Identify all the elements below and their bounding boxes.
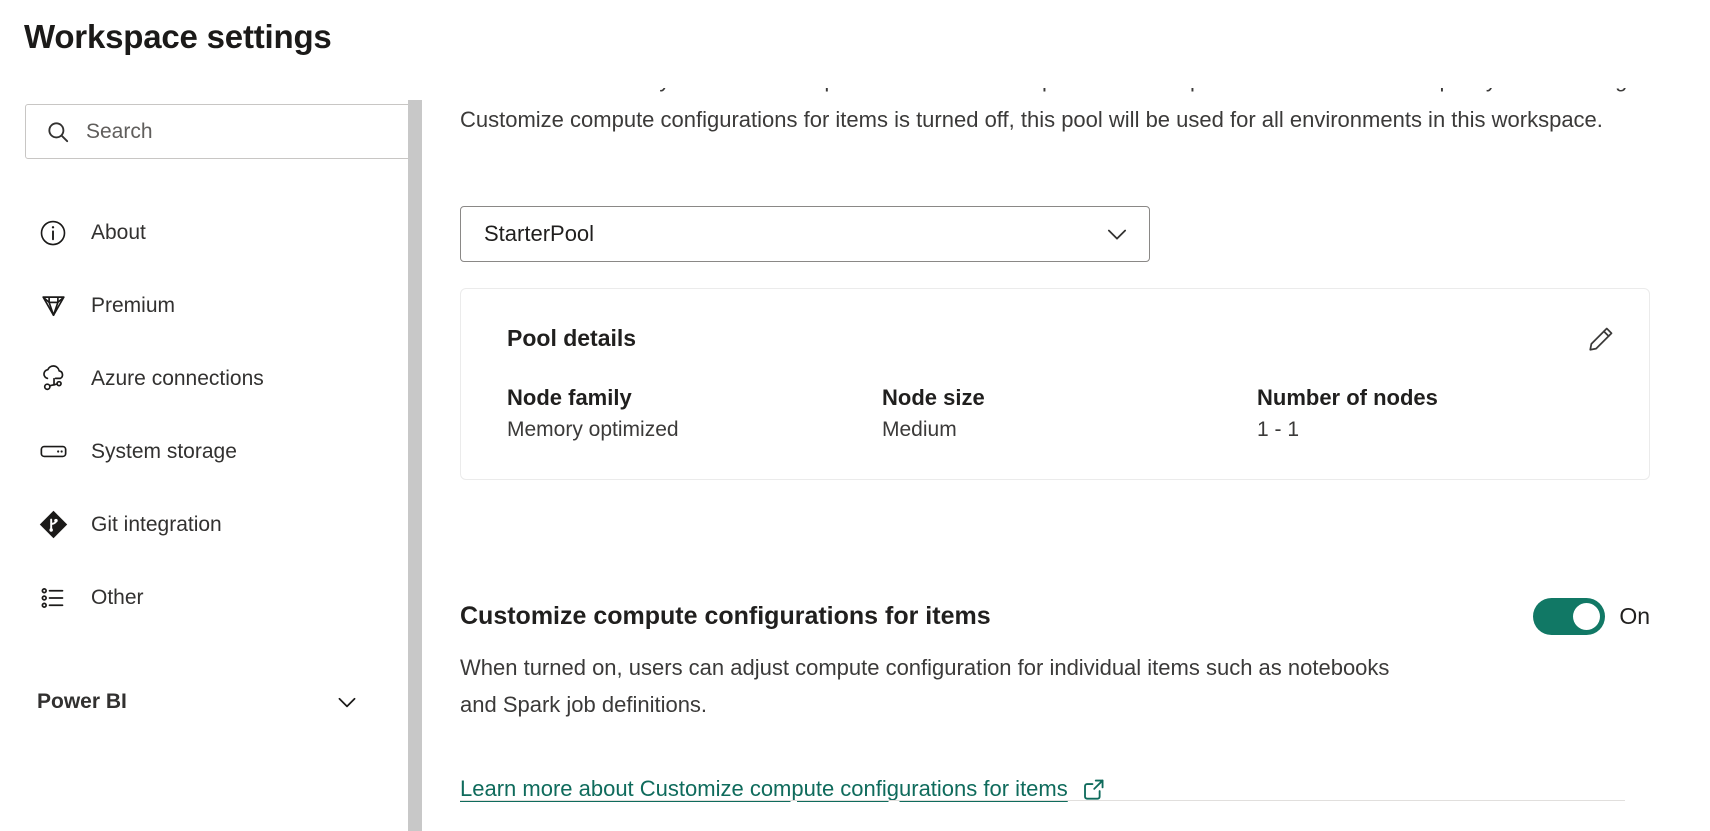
git-icon: [37, 509, 69, 541]
section-divider: [460, 800, 1625, 801]
sidebar-item-label: Azure connections: [91, 367, 264, 391]
diamond-icon: [37, 290, 69, 322]
settings-content-pane: Use the automatically created starter po…: [422, 88, 1710, 831]
edit-pool-button[interactable]: [1579, 319, 1623, 363]
bulleted-list-icon: [37, 582, 69, 614]
sidebar-group-label: Power BI: [37, 690, 334, 714]
storage-drive-icon: [37, 436, 69, 468]
field-label: Node size: [882, 385, 1257, 411]
pool-description-text: Use the automatically created starter po…: [460, 88, 1638, 140]
chevron-down-icon: [334, 689, 360, 715]
sidebar-item-azure-connections[interactable]: Azure connections: [0, 342, 408, 415]
field-value: Medium: [882, 418, 1257, 442]
field-value: 1 - 1: [1257, 418, 1438, 442]
search-icon: [45, 119, 71, 145]
pool-field-number-of-nodes: Number of nodes 1 - 1: [1257, 385, 1438, 442]
customize-compute-toggle[interactable]: [1533, 598, 1605, 635]
sidebar-item-label: About: [91, 221, 146, 245]
page-title: Workspace settings: [24, 18, 332, 56]
sidebar-scrollbar[interactable]: [408, 100, 422, 831]
pool-details-fields: Node family Memory optimized Node size M…: [507, 385, 1619, 442]
toggle-knob: [1573, 603, 1600, 630]
field-label: Node family: [507, 385, 882, 411]
pool-details-title: Pool details: [507, 325, 636, 352]
customize-compute-setting-row: Customize compute configurations for ite…: [460, 598, 1650, 635]
customize-compute-description: When turned on, users can adjust compute…: [460, 649, 1420, 723]
workspace-settings-dialog: Workspace settings A: [0, 0, 1710, 831]
sidebar-item-about[interactable]: About: [0, 196, 408, 269]
sidebar-item-label: Premium: [91, 294, 175, 318]
learn-more-link[interactable]: Learn more about Customize compute confi…: [460, 776, 1107, 802]
sidebar-item-system-storage[interactable]: System storage: [0, 415, 408, 488]
sidebar-item-label: System storage: [91, 440, 237, 464]
chevron-down-icon: [1103, 220, 1131, 248]
search-input[interactable]: [86, 120, 386, 144]
toggle-group: On: [1533, 598, 1650, 635]
search-box[interactable]: [25, 104, 408, 159]
settings-sidebar: About Premium: [0, 96, 408, 831]
sidebar-item-label: Git integration: [91, 513, 222, 537]
pool-select-value: StarterPool: [484, 221, 1103, 247]
external-link-icon: [1081, 776, 1107, 802]
sidebar-item-git-integration[interactable]: Git integration: [0, 488, 408, 561]
field-value: Memory optimized: [507, 418, 882, 442]
info-circle-icon: [37, 217, 69, 249]
toggle-state-label: On: [1619, 603, 1650, 630]
pool-details-card: Pool details Node family Memory optimize…: [460, 288, 1650, 480]
field-label: Number of nodes: [1257, 385, 1438, 411]
customize-compute-title: Customize compute configurations for ite…: [460, 598, 1533, 631]
cloud-connection-icon: [37, 363, 69, 395]
sidebar-nav-list: About Premium: [0, 196, 408, 634]
sidebar-item-other[interactable]: Other: [0, 561, 408, 634]
pool-field-node-size: Node size Medium: [882, 385, 1257, 442]
sidebar-item-label: Other: [91, 586, 144, 610]
pool-select-dropdown[interactable]: StarterPool: [460, 206, 1150, 262]
pool-field-node-family: Node family Memory optimized: [507, 385, 882, 442]
sidebar-item-premium[interactable]: Premium: [0, 269, 408, 342]
pencil-edit-icon: [1586, 324, 1616, 359]
learn-more-label: Learn more about Customize compute confi…: [460, 776, 1068, 802]
sidebar-group-power-bi[interactable]: Power BI: [0, 668, 408, 736]
